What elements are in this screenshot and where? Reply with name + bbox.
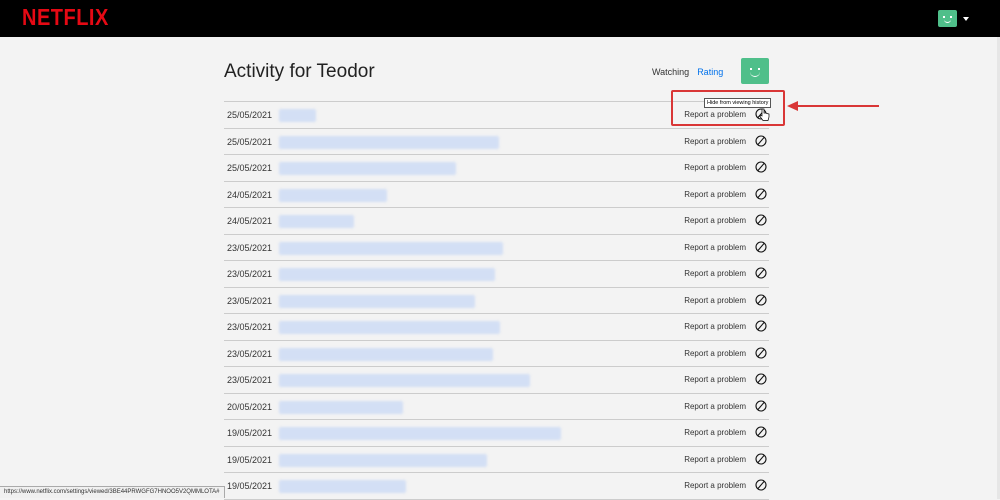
row-date: 24/05/2021 [227, 216, 273, 226]
report-problem-link[interactable]: Report a problem [684, 402, 746, 411]
row-date: 19/05/2021 [227, 454, 273, 465]
row-date: 19/05/2021 [227, 481, 273, 491]
list-item: 19/05/2021 Report a problem [224, 473, 769, 500]
redacted-title[interactable] [279, 480, 406, 493]
smiley-face-icon [741, 58, 769, 84]
report-problem-link[interactable]: Report a problem [684, 375, 746, 384]
report-problem-link[interactable]: Report a problem [684, 296, 746, 305]
list-item: 23/05/2021 Report a problem [224, 288, 769, 314]
list-item: 20/05/2021 Report a problem [224, 394, 769, 420]
list-item: 23/05/2021 Report a problem [224, 367, 769, 394]
list-item: 19/05/2021 Report a problem [224, 420, 769, 447]
redacted-title[interactable] [279, 294, 475, 308]
list-item: 24/05/2021 Report a problem [224, 208, 769, 235]
hide-icon[interactable] [755, 267, 767, 279]
row-date: 25/05/2021 [227, 163, 273, 173]
redacted-title[interactable] [279, 400, 403, 414]
row-date: 23/05/2021 [227, 322, 273, 332]
list-item: 23/05/2021 Report a problem [224, 314, 769, 341]
report-problem-link[interactable]: Report a problem [684, 137, 746, 146]
row-date: 25/05/2021 [227, 110, 273, 120]
hide-icon[interactable] [755, 134, 767, 147]
hide-icon[interactable] [755, 399, 767, 412]
list-item: 23/05/2021 Report a problem [224, 235, 769, 261]
hide-icon[interactable] [755, 161, 767, 173]
report-problem-link[interactable]: Report a problem [684, 190, 746, 199]
hide-icon[interactable] [755, 452, 767, 465]
top-navigation-bar: NETFLIX [0, 0, 1000, 37]
row-date: 23/05/2021 [227, 375, 273, 385]
report-problem-link[interactable]: Report a problem [684, 269, 746, 278]
report-problem-link[interactable]: Report a problem [684, 216, 746, 225]
redacted-title[interactable] [279, 427, 561, 440]
list-item: 25/05/2021 Report a problem [224, 129, 769, 155]
row-date: 23/05/2021 [227, 242, 273, 253]
row-date: 24/05/2021 [227, 189, 273, 200]
redacted-title[interactable] [279, 215, 354, 228]
row-date: 19/05/2021 [227, 428, 273, 438]
report-problem-link[interactable]: Report a problem [684, 243, 746, 252]
redacted-title[interactable] [279, 453, 487, 467]
row-date: 25/05/2021 [227, 136, 273, 147]
report-problem-link[interactable]: Report a problem [684, 163, 746, 172]
report-problem-link[interactable]: Report a problem [684, 428, 746, 437]
redacted-title[interactable] [279, 241, 503, 255]
netflix-logo[interactable]: NETFLIX [22, 5, 109, 31]
redacted-title[interactable] [279, 374, 530, 387]
profile-menu[interactable] [938, 10, 969, 27]
activity-list: 25/05/2021 Report a problem 25/05/2021 Rep… [224, 101, 769, 500]
redacted-title[interactable] [279, 162, 456, 175]
report-problem-link[interactable]: Report a problem [684, 349, 746, 358]
row-date: 23/05/2021 [227, 348, 273, 359]
page-title: Activity for Teodor [224, 61, 375, 82]
row-date: 23/05/2021 [227, 269, 273, 279]
activity-tabs: Watching Rating [652, 67, 723, 77]
tab-watching[interactable]: Watching [652, 67, 689, 77]
list-item: 23/05/2021 Report a problem [224, 261, 769, 288]
list-item: 19/05/2021 Report a problem [224, 447, 769, 473]
hide-icon[interactable] [755, 214, 767, 226]
hide-icon[interactable] [755, 240, 767, 253]
list-item: 23/05/2021 Report a problem [224, 341, 769, 367]
hand-cursor-icon [759, 108, 770, 121]
row-date: 20/05/2021 [227, 401, 273, 412]
redacted-title[interactable] [279, 109, 316, 122]
redacted-title[interactable] [279, 321, 500, 334]
smiley-face-icon[interactable] [938, 10, 957, 27]
redacted-title[interactable] [279, 347, 493, 361]
tab-rating[interactable]: Rating [697, 67, 723, 77]
report-problem-link[interactable]: Report a problem [684, 455, 746, 464]
list-item: 25/05/2021 Report a problem [224, 155, 769, 182]
redacted-title[interactable] [279, 268, 495, 281]
hide-icon[interactable] [755, 320, 767, 332]
chevron-down-icon[interactable] [963, 16, 969, 21]
browser-status-bar: https://www.netflix.com/settings/viewed/… [0, 486, 225, 498]
hide-icon[interactable] [755, 373, 767, 385]
hide-icon[interactable] [755, 346, 767, 359]
report-problem-link[interactable]: Report a problem [684, 481, 746, 490]
hide-icon[interactable] [755, 293, 767, 306]
list-item: 24/05/2021 Report a problem [224, 182, 769, 208]
redacted-title[interactable] [279, 188, 387, 202]
hide-icon[interactable] [755, 479, 767, 491]
hide-icon[interactable] [755, 187, 767, 200]
annotation-arrow-icon [787, 101, 879, 111]
redacted-title[interactable] [279, 135, 499, 149]
row-date: 23/05/2021 [227, 295, 273, 306]
report-problem-link[interactable]: Report a problem [684, 322, 746, 331]
hide-icon[interactable] [755, 426, 767, 438]
